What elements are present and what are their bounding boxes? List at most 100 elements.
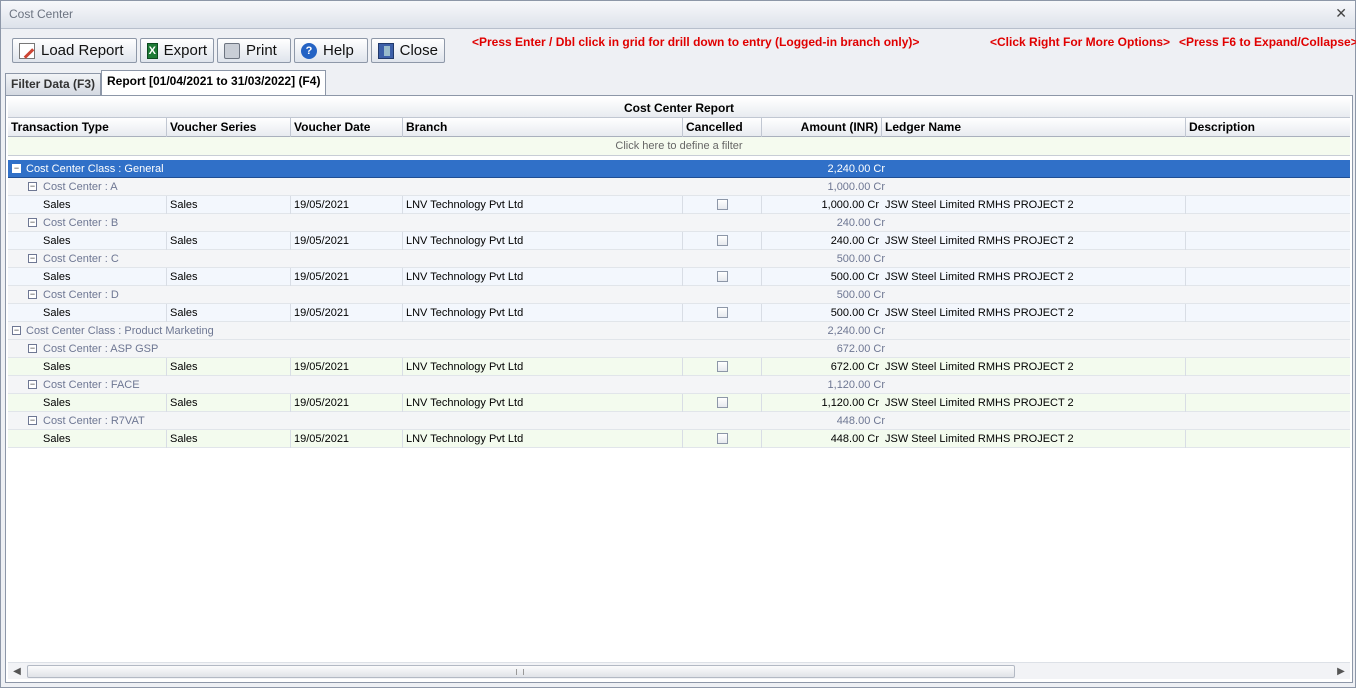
table-row[interactable]: Sales Sales 19/05/2021 LNV Technology Pv…: [8, 394, 1350, 412]
collapse-icon[interactable]: −: [28, 218, 37, 227]
column-header-cancelled[interactable]: Cancelled: [683, 118, 762, 137]
collapse-icon[interactable]: −: [28, 182, 37, 191]
scroll-right-icon[interactable]: ▶: [1335, 665, 1347, 678]
scrollbar-thumb[interactable]: [27, 665, 1015, 678]
column-header-transaction-type[interactable]: Transaction Type: [8, 118, 167, 137]
group-amount: 672.00 Cr: [836, 343, 885, 355]
group-row-class-general[interactable]: − Cost Center Class : General 2,240.00 C…: [8, 160, 1350, 178]
cancelled-checkbox[interactable]: [717, 307, 728, 318]
window-title: Cost Center: [9, 7, 74, 21]
group-label: Cost Center : C: [43, 253, 119, 265]
scroll-left-icon[interactable]: ◀: [11, 665, 23, 678]
group-row-cost-center-b[interactable]: − Cost Center : B 240.00 Cr: [8, 214, 1350, 232]
collapse-icon[interactable]: −: [12, 164, 21, 173]
table-row[interactable]: Sales Sales 19/05/2021 LNV Technology Pv…: [8, 430, 1350, 448]
description-cell: [1186, 304, 1350, 322]
group-label: Cost Center : FACE: [43, 379, 140, 391]
table-row[interactable]: Sales Sales 19/05/2021 LNV Technology Pv…: [8, 268, 1350, 286]
group-label: Cost Center : B: [43, 217, 119, 229]
horizontal-scrollbar[interactable]: ◀ ▶: [8, 662, 1350, 679]
report-panel: Cost Center Report Transaction Type Vouc…: [5, 95, 1353, 683]
excel-icon: X: [147, 42, 158, 59]
group-amount: 2,240.00 Cr: [827, 163, 885, 175]
group-row-cost-center-asp-gsp[interactable]: − Cost Center : ASP GSP 672.00 Cr: [8, 340, 1350, 358]
voucher-date-cell: 19/05/2021: [291, 430, 403, 448]
group-row-cost-center-a[interactable]: − Cost Center : A 1,000.00 Cr: [8, 178, 1350, 196]
voucher-date-cell: 19/05/2021: [291, 196, 403, 214]
group-amount: 448.00 Cr: [836, 415, 885, 427]
group-row-cost-center-d[interactable]: − Cost Center : D 500.00 Cr: [8, 286, 1350, 304]
close-button[interactable]: Close: [371, 38, 445, 63]
column-header-ledger-name[interactable]: Ledger Name: [882, 118, 1186, 137]
expand-collapse-hint: <Press F6 to Expand/Collapse>: [1179, 35, 1356, 49]
table-row[interactable]: Sales Sales 19/05/2021 LNV Technology Pv…: [8, 358, 1350, 376]
ledger-name-cell: JSW Steel Limited RMHS PROJECT 2: [882, 196, 1186, 214]
branch-cell: LNV Technology Pvt Ltd: [403, 304, 683, 322]
branch-cell: LNV Technology Pvt Ltd: [403, 196, 683, 214]
cancelled-checkbox[interactable]: [717, 433, 728, 444]
table-row[interactable]: Sales Sales 19/05/2021 LNV Technology Pv…: [8, 304, 1350, 322]
group-label: Cost Center : ASP GSP: [43, 343, 159, 355]
cancelled-checkbox[interactable]: [717, 361, 728, 372]
tab-filter-data[interactable]: Filter Data (F3): [5, 73, 102, 95]
group-label: Cost Center : D: [43, 289, 119, 301]
collapse-icon[interactable]: −: [28, 416, 37, 425]
column-header-voucher-date[interactable]: Voucher Date: [291, 118, 403, 137]
tab-report[interactable]: Report [01/04/2021 to 31/03/2022] (F4): [101, 70, 327, 95]
right-click-hint: <Click Right For More Options>: [990, 35, 1171, 49]
collapse-icon[interactable]: −: [28, 290, 37, 299]
help-label: Help: [323, 42, 354, 59]
group-row-class-product-marketing[interactable]: − Cost Center Class : Product Marketing …: [8, 322, 1350, 340]
collapse-icon[interactable]: −: [12, 326, 21, 335]
window-close-icon[interactable]: ✕: [1335, 5, 1347, 22]
export-button[interactable]: X Export: [140, 38, 214, 63]
collapse-icon[interactable]: −: [28, 254, 37, 263]
amount-cell: 1,120.00 Cr: [821, 397, 879, 409]
report-grid[interactable]: Cost Center Report Transaction Type Vouc…: [8, 98, 1350, 656]
description-cell: [1186, 394, 1350, 412]
group-amount: 1,000.00 Cr: [827, 181, 885, 193]
voucher-date-cell: 19/05/2021: [291, 268, 403, 286]
collapse-icon[interactable]: −: [28, 380, 37, 389]
band-header: Cost Center Report: [8, 98, 1350, 118]
collapse-icon[interactable]: −: [28, 344, 37, 353]
ledger-name-cell: JSW Steel Limited RMHS PROJECT 2: [882, 430, 1186, 448]
group-row-cost-center-r7vat[interactable]: − Cost Center : R7VAT 448.00 Cr: [8, 412, 1350, 430]
table-row[interactable]: Sales Sales 19/05/2021 LNV Technology Pv…: [8, 196, 1350, 214]
group-row-cost-center-c[interactable]: − Cost Center : C 500.00 Cr: [8, 250, 1350, 268]
voucher-series-cell: Sales: [167, 358, 291, 376]
group-row-cost-center-face[interactable]: − Cost Center : FACE 1,120.00 Cr: [8, 376, 1350, 394]
transaction-type-cell: Sales: [40, 196, 167, 214]
group-label: Cost Center : A: [43, 181, 118, 193]
cancelled-checkbox[interactable]: [717, 397, 728, 408]
cancelled-checkbox[interactable]: [717, 271, 728, 282]
printer-icon: [224, 42, 240, 59]
column-header-voucher-series[interactable]: Voucher Series: [167, 118, 291, 137]
voucher-date-cell: 19/05/2021: [291, 394, 403, 412]
voucher-series-cell: Sales: [167, 232, 291, 250]
column-header-amount[interactable]: Amount (INR): [762, 118, 882, 137]
ledger-name-cell: JSW Steel Limited RMHS PROJECT 2: [882, 268, 1186, 286]
help-button[interactable]: ? Help: [294, 38, 368, 63]
description-cell: [1186, 232, 1350, 250]
grid-body: − Cost Center Class : General 2,240.00 C…: [8, 160, 1350, 448]
description-cell: [1186, 430, 1350, 448]
amount-cell: 1,000.00 Cr: [821, 199, 879, 211]
table-row[interactable]: Sales Sales 19/05/2021 LNV Technology Pv…: [8, 232, 1350, 250]
drilldown-hint: <Press Enter / Dbl click in grid for dri…: [472, 35, 920, 49]
column-header-description[interactable]: Description: [1186, 118, 1350, 137]
help-icon: ?: [301, 42, 317, 59]
print-button[interactable]: Print: [217, 38, 291, 63]
column-header-branch[interactable]: Branch: [403, 118, 683, 137]
branch-cell: LNV Technology Pvt Ltd: [403, 268, 683, 286]
title-bar: Cost Center ✕: [1, 1, 1355, 29]
column-header-row: Transaction Type Voucher Series Voucher …: [8, 118, 1350, 137]
export-label: Export: [163, 42, 207, 59]
voucher-series-cell: Sales: [167, 304, 291, 322]
cancelled-checkbox[interactable]: [717, 199, 728, 210]
amount-cell: 448.00 Cr: [830, 433, 879, 445]
filter-row[interactable]: Click here to define a filter: [8, 137, 1350, 156]
print-label: Print: [246, 42, 277, 59]
load-report-button[interactable]: Load Report: [12, 38, 137, 63]
cancelled-checkbox[interactable]: [717, 235, 728, 246]
